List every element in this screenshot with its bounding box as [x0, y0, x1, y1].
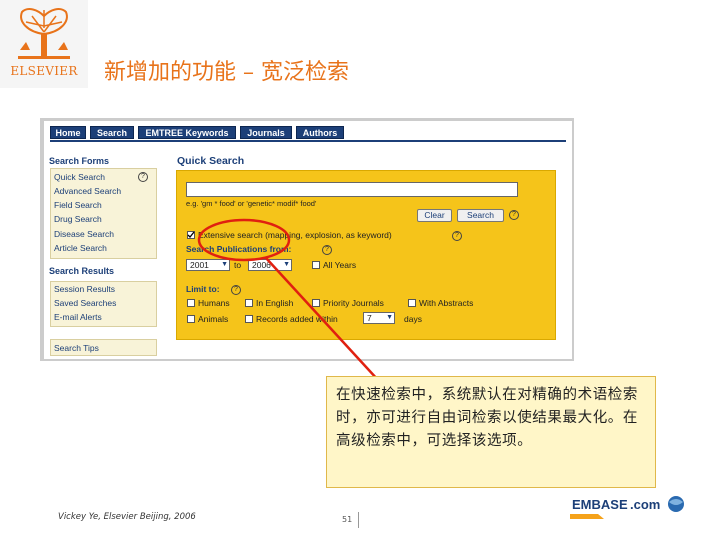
page-number: 51 — [342, 515, 353, 524]
callout-box: 在快速检索中，系统默认在对精确的术语检索时，亦可进行自由词检索以使结果最大化。在… — [326, 376, 656, 488]
callout-pointer-line — [265, 257, 379, 381]
svg-text:.com: .com — [630, 497, 660, 512]
footer-credit: Vickey Ye, Elsevier Beijing, 2006 — [58, 512, 196, 522]
embase-logo: EMBASE .com — [570, 496, 684, 519]
svg-text:EMBASE: EMBASE — [572, 497, 628, 512]
footer-divider — [358, 512, 359, 528]
highlight-ellipse — [197, 218, 291, 262]
